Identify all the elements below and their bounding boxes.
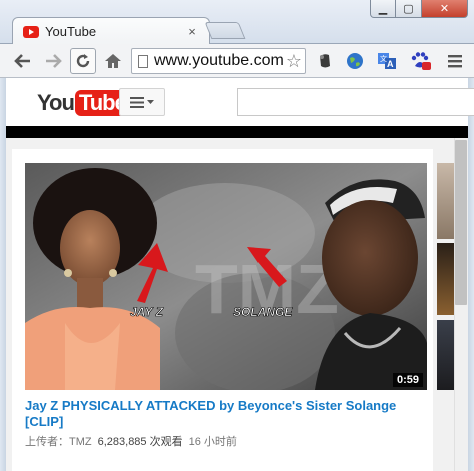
new-tab-button[interactable]: [204, 22, 246, 39]
browser-tab[interactable]: YouTube ×: [12, 17, 210, 45]
youtube-header: You Tube: [6, 79, 474, 126]
forward-arrow-icon[interactable]: [40, 48, 66, 74]
side-thumbnail[interactable]: [437, 320, 454, 390]
uploader-text[interactable]: 上传者：TMZ: [25, 433, 92, 449]
youtube-favicon-icon: [23, 25, 39, 38]
search-input[interactable]: [237, 88, 474, 116]
video-title-link[interactable]: Jay Z PHYSICALLY ATTACKED by Beyonce's S…: [25, 398, 420, 430]
svg-text:A: A: [387, 59, 394, 69]
reload-icon[interactable]: [70, 48, 96, 74]
scrollbar-thumb[interactable]: [455, 140, 467, 305]
back-arrow-icon[interactable]: [10, 48, 36, 74]
close-window-button[interactable]: ✕: [422, 0, 468, 18]
video-meta: 上传者：TMZ 6,283,885 次观看 16 小时前: [25, 433, 237, 449]
masthead-divider: [6, 126, 468, 138]
maximize-button[interactable]: ▢: [396, 0, 422, 18]
video-duration-badge: 0:59: [392, 373, 423, 387]
browser-titlebar: YouTube × ▁ ▢ ✕: [0, 0, 474, 45]
chevron-down-icon: [147, 99, 154, 104]
extension-evernote-icon[interactable]: [314, 50, 336, 72]
window-frame-right: [468, 78, 474, 471]
address-bar[interactable]: www.youtube.com ☆: [131, 48, 306, 74]
overlay-label-jayz: JAY Z: [130, 305, 164, 319]
browser-toolbar: www.youtube.com ☆ A文: [0, 44, 474, 78]
hamburger-icon: [130, 96, 144, 108]
window-controls: ▁ ▢ ✕: [370, 0, 468, 18]
youtube-logo[interactable]: You Tube: [37, 90, 130, 116]
extension-baidu-icon[interactable]: [409, 50, 431, 72]
tab-title: YouTube: [45, 24, 97, 39]
menu-icon[interactable]: [442, 48, 468, 74]
side-thumbnail[interactable]: [437, 163, 454, 239]
page-icon: [138, 54, 148, 68]
video-thumbnail[interactable]: TMZ JAY Z SOLANGE 0:59: [25, 163, 427, 390]
tab-close-icon[interactable]: ×: [185, 24, 199, 39]
extension-globe-icon[interactable]: [344, 50, 366, 72]
guide-menu-button[interactable]: [119, 88, 165, 116]
logo-you-text: You: [37, 90, 75, 115]
home-icon[interactable]: [100, 48, 126, 74]
side-thumbnail[interactable]: [437, 243, 454, 315]
minimize-button[interactable]: ▁: [370, 0, 396, 18]
svg-text:文: 文: [380, 54, 387, 63]
view-count: 6,283,885 次观看: [97, 436, 183, 448]
url-text[interactable]: www.youtube.com: [154, 52, 283, 70]
upload-age: 16 小时前: [188, 436, 237, 448]
extension-translate-icon[interactable]: A文: [376, 50, 398, 72]
bookmark-star-icon[interactable]: ☆: [283, 51, 305, 72]
overlay-label-solange: SOLANGE: [233, 305, 293, 319]
